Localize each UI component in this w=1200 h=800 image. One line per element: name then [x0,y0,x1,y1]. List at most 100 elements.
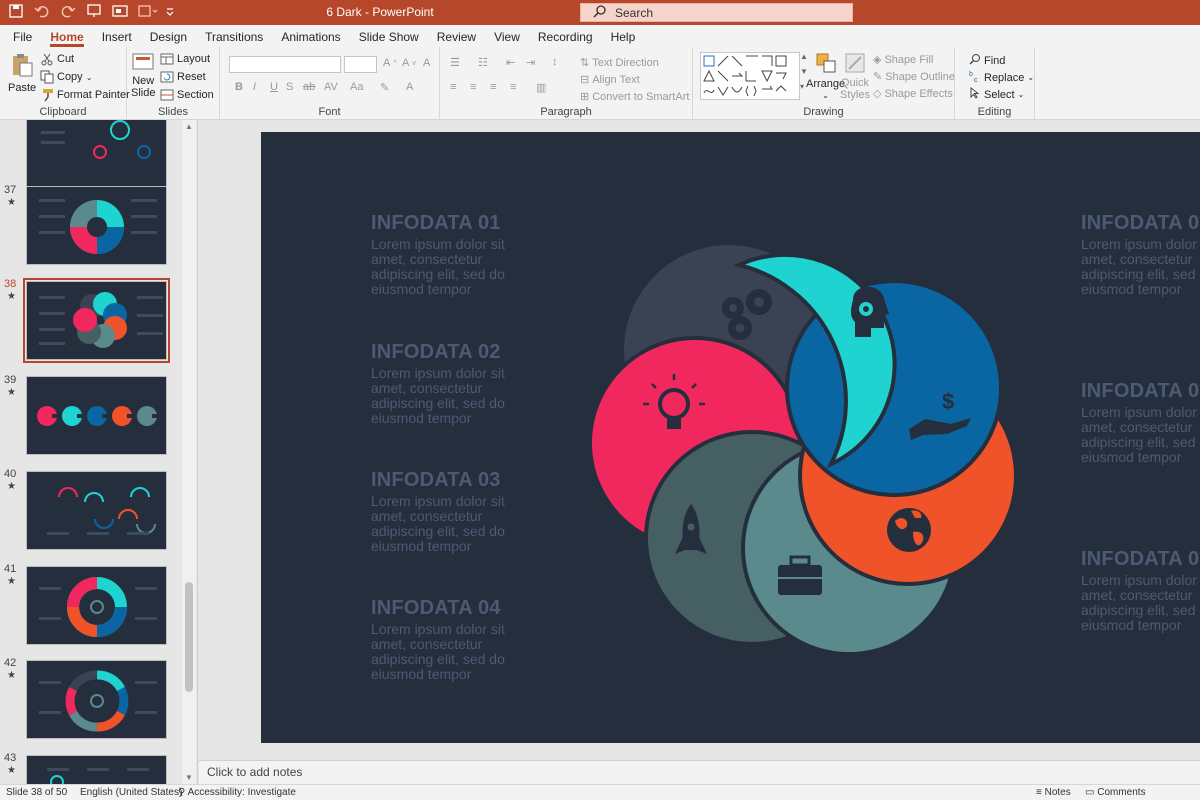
text-direction-icon: ⇅ [580,57,590,69]
shapes-gallery[interactable] [700,52,800,100]
scroll-down-icon[interactable]: ▼ [185,773,193,782]
scissors-icon [40,52,54,66]
slide-thumbnail-41[interactable] [26,566,167,645]
align-center-icon[interactable]: ≡ [470,81,476,93]
slide-number: 40 [4,468,17,480]
search-box[interactable]: Search [580,3,853,22]
slide-thumbnail-40[interactable] [26,471,167,550]
change-case-icon[interactable]: Aa [350,81,363,93]
align-left-icon[interactable]: ≡ [450,81,456,93]
format-painter-button[interactable]: Format Painter [40,88,130,102]
slide-counter: Slide 38 of 50 [6,787,68,798]
notes-button[interactable]: ≡ Notes [1036,787,1071,798]
slide-thumbnail-38[interactable] [26,281,167,360]
clear-formatting-icon[interactable]: A [423,57,430,69]
font-group: A ^ Av A B I U S ab AV Aa ✎ A Font [220,47,440,120]
decrease-indent-icon[interactable]: ⇤ [506,56,515,69]
bold-icon[interactable]: B [235,81,243,93]
replace-button[interactable]: b c Replace ⌄ [969,70,1034,85]
smartart-icon: ⊞ [580,91,590,103]
tab-animations[interactable]: Animations [272,25,349,47]
increase-indent-icon[interactable]: ⇥ [526,56,535,69]
line-spacing-icon[interactable]: ↕ [552,56,558,68]
shape-effects-button[interactable]: ◇ Shape Effects [873,87,953,101]
slides-group: New Slide Layout Reset Section Slides [127,47,220,120]
quick-styles-button[interactable]: Quick Styles [840,52,870,101]
font-family-select[interactable] [229,56,341,73]
scrollbar-thumb[interactable] [185,582,193,692]
slide-thumbnail-42[interactable] [26,660,167,739]
slide-canvas[interactable]: INFODATA 01 Lorem ipsum dolor sit amet, … [261,132,1200,743]
align-right-icon[interactable]: ≡ [490,81,496,93]
section-icon [160,88,174,102]
paste-button[interactable]: Paste [8,52,36,94]
shape-fill-button[interactable]: ◈ Shape Fill [873,53,933,67]
pinwheel-infographic: $ [588,241,1018,656]
columns-icon[interactable]: ▥ [536,81,546,94]
font-color-icon[interactable]: A [406,81,413,93]
highlight-icon[interactable]: ✎ [380,81,389,94]
accessibility-button[interactable]: ⚲ Accessibility: Investigate [178,787,296,798]
tab-file[interactable]: File [4,25,41,47]
select-button[interactable]: Select ⌄ [969,86,1024,102]
notes-placeholder: Click to add notes [207,765,303,779]
slide-number: 37 [4,184,17,196]
scroll-up-icon[interactable]: ▲ [185,122,193,131]
tab-help[interactable]: Help [602,25,645,47]
clipboard-group-label: Clipboard [39,106,87,118]
numbering-icon[interactable]: ☷ [478,56,488,69]
replace-icon: bc [969,70,981,85]
bullets-icon[interactable]: ☰ [450,56,460,69]
section-button[interactable]: Section [160,88,214,102]
slide-number: 43 [4,752,17,764]
tab-home[interactable]: Home [41,25,92,47]
shadow-icon[interactable]: S [286,81,293,93]
align-text-button[interactable]: ⊟ Align Text [580,73,640,87]
slide-number-selected: 38 [4,278,17,290]
convert-smartart-button[interactable]: ⊞ Convert to SmartArt [580,90,689,104]
cut-button[interactable]: Cut [40,52,74,66]
slide-thumbnail-39[interactable] [26,376,167,455]
char-spacing-icon[interactable]: AV [324,81,338,93]
animation-star-icon: ★ [7,576,16,587]
search-icon [593,4,607,21]
reset-button[interactable]: Reset [160,70,206,84]
tab-design[interactable]: Design [141,25,196,47]
notes-pane[interactable]: Click to add notes [199,760,1200,784]
tab-slide-show[interactable]: Slide Show [350,25,428,47]
align-text-icon: ⊟ [580,74,590,86]
copy-button[interactable]: Copy ⌄ [40,70,92,84]
shape-outline-button[interactable]: ✎ Shape Outline [873,70,955,84]
underline-icon[interactable]: U [270,81,278,93]
tab-view[interactable]: View [485,25,529,47]
font-size-select[interactable] [344,56,377,73]
thumbnail-scrollbar[interactable]: ▲ ▼ [182,120,196,784]
italic-icon[interactable]: I [253,81,256,93]
ribbon-tabs: File Home Insert Design Transitions Anim… [0,25,1200,47]
strikethrough-icon[interactable]: ab [303,81,315,93]
reset-icon [160,70,174,84]
tab-insert[interactable]: Insert [93,25,141,47]
slide-thumbnail-43[interactable] [26,755,167,784]
slide-thumbnail-36[interactable] [26,120,167,189]
decrease-font-icon[interactable]: Av [402,57,416,69]
increase-font-icon[interactable]: A ^ [383,57,397,69]
quick-styles-icon [844,52,866,77]
slide-thumbnail-37[interactable] [26,186,167,265]
copy-icon [40,70,54,84]
find-button[interactable]: Find [969,53,1005,68]
language-indicator[interactable]: English (United States) [80,787,182,798]
gallery-expand-icon[interactable]: ▾ [800,82,804,91]
text-direction-button[interactable]: ⇅ Text Direction [580,56,659,70]
notes-icon: ≡ [1036,787,1042,798]
chevron-down-icon: ⌄ [85,72,93,82]
tab-review[interactable]: Review [428,25,485,47]
justify-icon[interactable]: ≡ [510,81,516,93]
tab-transitions[interactable]: Transitions [196,25,272,47]
paste-icon [10,52,34,81]
new-slide-button[interactable]: New Slide [131,52,155,99]
tab-recording[interactable]: Recording [529,25,602,47]
slide-number: 39 [4,374,17,386]
layout-button[interactable]: Layout [160,52,210,66]
comments-button[interactable]: ▭ Comments [1085,787,1146,798]
